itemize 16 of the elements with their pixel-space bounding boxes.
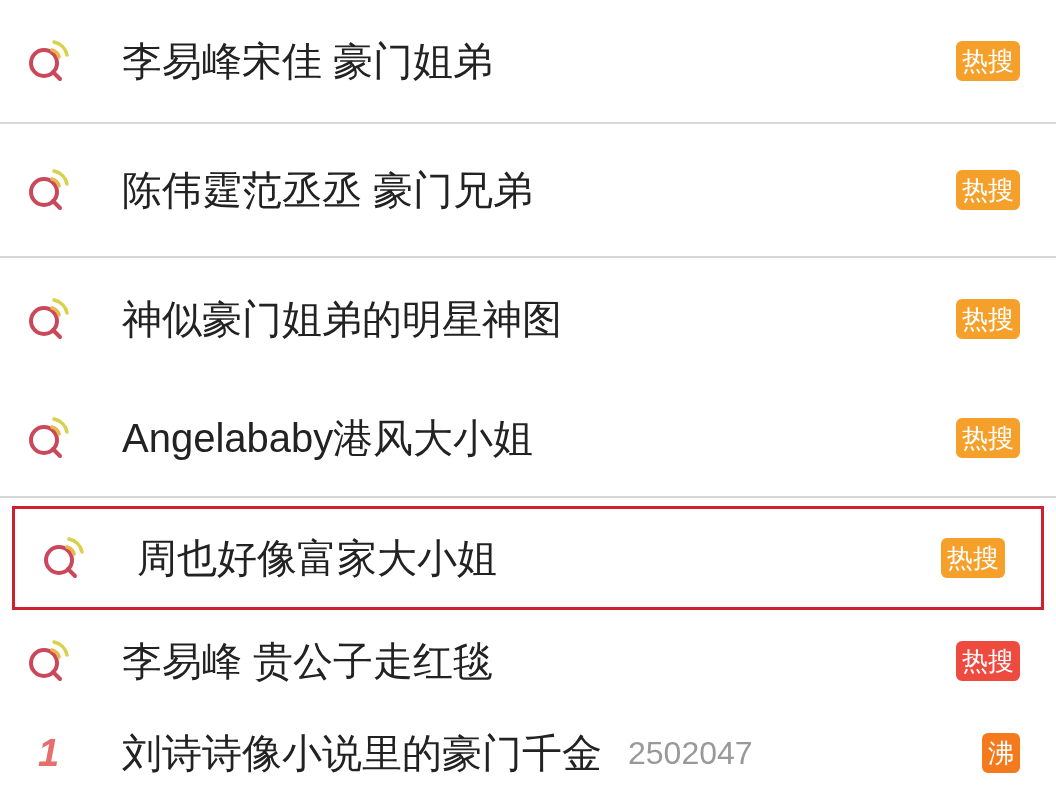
topic-title[interactable]: 刘诗诗像小说里的豪门千金 xyxy=(122,723,602,783)
topic-title[interactable]: 陈伟霆范丞丞 豪门兄弟 xyxy=(122,160,534,220)
topic-title[interactable]: 李易峰宋佳 豪门姐弟 xyxy=(122,31,494,91)
topic-title[interactable]: 神似豪门姐弟的明星神图 xyxy=(122,289,562,349)
hot-badge: 热搜 xyxy=(956,418,1020,458)
topic-title[interactable]: 周也好像富家大小姐 xyxy=(137,528,497,588)
hot-badge: 热搜 xyxy=(956,41,1020,81)
rank-number: 1 xyxy=(37,730,60,776)
topic-title[interactable]: 李易峰 贵公子走红毯 xyxy=(122,631,494,691)
hot-badge: 沸 xyxy=(982,733,1020,773)
hot-badge: 热搜 xyxy=(956,641,1020,681)
heat-count: 2502047 xyxy=(628,734,753,773)
topic-title[interactable]: Angelababy港风大小姐 xyxy=(122,408,534,468)
hot-badge: 热搜 xyxy=(956,299,1020,339)
hot-badge: 热搜 xyxy=(956,170,1020,210)
hot-badge: 热搜 xyxy=(941,538,1005,578)
